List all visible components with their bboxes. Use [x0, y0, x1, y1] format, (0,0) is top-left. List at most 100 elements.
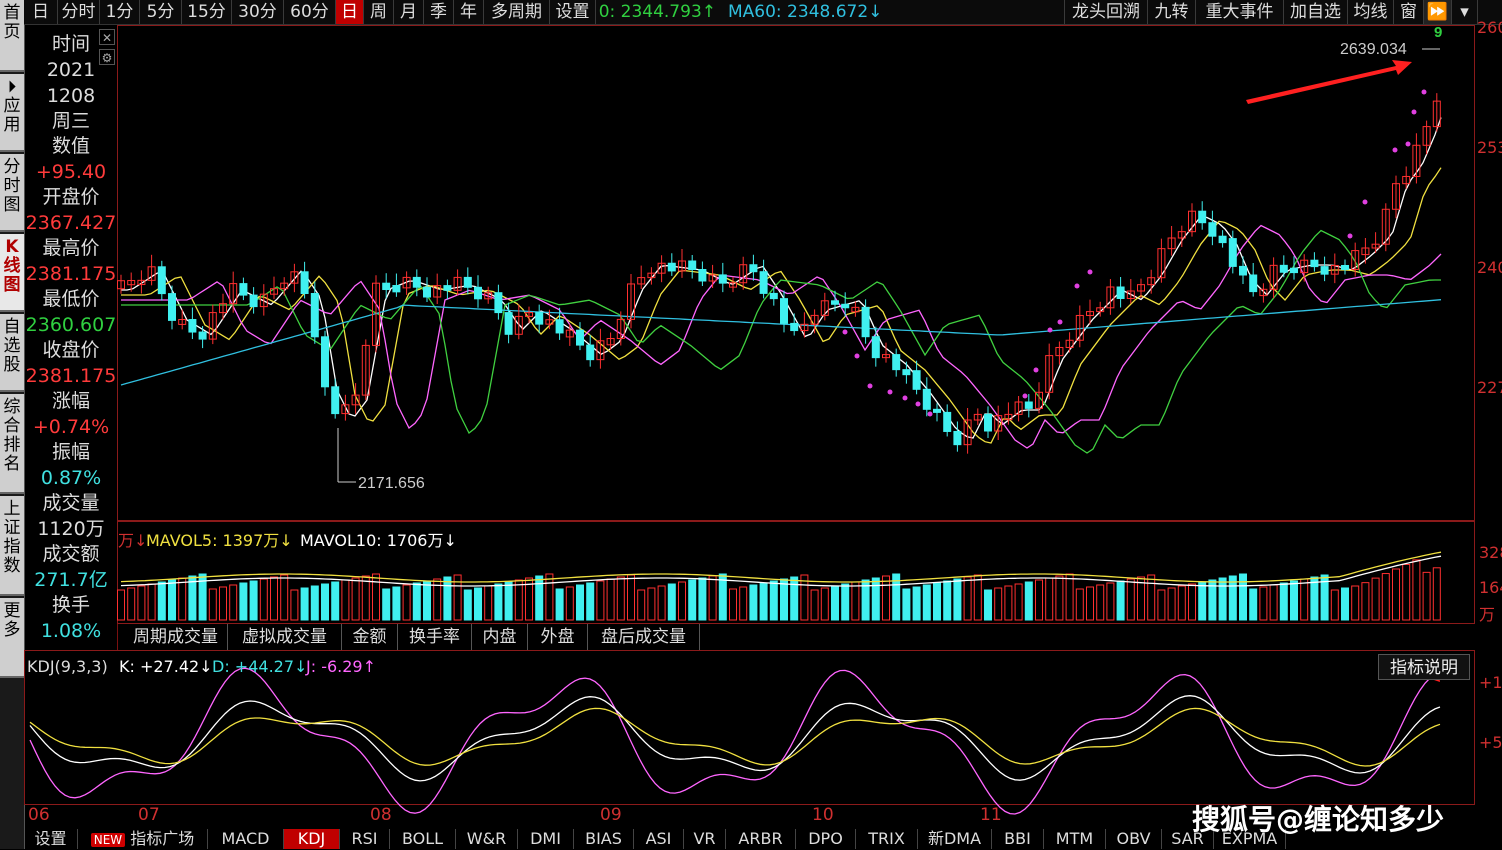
- tab-vr[interactable]: VR: [684, 829, 726, 849]
- candle-body: [933, 408, 941, 413]
- tab-arbr[interactable]: ARBR: [726, 829, 796, 849]
- tab-dmi[interactable]: DMI: [518, 829, 574, 849]
- candle-body: [321, 336, 329, 388]
- kdj-title: KDJ(9,3,3): [27, 657, 108, 676]
- volume-bar: [1157, 589, 1166, 621]
- volume-bar: [290, 589, 299, 621]
- candle-body: [463, 276, 472, 288]
- volume-bar: [1381, 573, 1390, 621]
- candle-body: [984, 413, 992, 432]
- indicator-help-button[interactable]: 指标说明: [1378, 654, 1470, 680]
- candle-body: [953, 430, 962, 446]
- volume-bar: [1300, 578, 1309, 621]
- tab-wr[interactable]: W&R: [456, 829, 518, 849]
- volume-bar: [769, 580, 778, 621]
- tab-rsi[interactable]: RSI: [340, 829, 390, 849]
- candle-body: [157, 266, 166, 295]
- tab-amount[interactable]: 金额: [342, 624, 398, 650]
- tab-bbi[interactable]: BBI: [992, 829, 1044, 849]
- tab-new-dma[interactable]: 新DMA: [918, 829, 992, 849]
- candle-body: [1310, 259, 1319, 268]
- tab-turnover[interactable]: 换手率: [398, 624, 472, 650]
- tab-trix[interactable]: TRIX: [856, 829, 918, 849]
- tab-outer[interactable]: 外盘: [528, 624, 588, 650]
- volume-bar: [1351, 585, 1360, 621]
- volume-bar: [249, 580, 258, 621]
- candle-body: [239, 283, 248, 296]
- volume-bar: [1422, 571, 1431, 621]
- candle-body: [892, 354, 901, 371]
- candle-body: [769, 292, 778, 300]
- candle-body: [1198, 210, 1207, 224]
- volume-bar: [321, 583, 329, 621]
- td-sequence-marker: [1421, 89, 1427, 95]
- candle-body: [249, 294, 258, 308]
- volume-bar: [718, 573, 727, 621]
- volume-bar: [1188, 583, 1196, 621]
- candle-body: [168, 293, 176, 321]
- volume-bar: [168, 579, 176, 621]
- volume-bar: [1412, 559, 1421, 621]
- volume-bar: [657, 585, 666, 621]
- volume-bar: [219, 586, 227, 621]
- volume-bar: [616, 576, 625, 621]
- volume-bar: [372, 573, 380, 621]
- volume-bar: [555, 588, 564, 621]
- tab-boll[interactable]: BOLL: [390, 829, 456, 849]
- new-badge: NEW: [90, 833, 126, 847]
- td-sequence-marker: [842, 329, 848, 335]
- candle-body: [188, 319, 197, 333]
- candle-body: [198, 331, 207, 340]
- tab-macd[interactable]: MACD: [208, 829, 284, 849]
- volume-bar: [627, 574, 635, 621]
- td-sequence-marker: [1022, 393, 1028, 399]
- tab-virtual-volume[interactable]: 虚拟成交量: [228, 624, 342, 650]
- tab-dpo[interactable]: DPO: [796, 829, 856, 849]
- kdj-k-readout: K: +27.42↓: [119, 657, 213, 676]
- bottom-settings-tab[interactable]: 设置: [24, 829, 78, 849]
- volume-bar: [800, 574, 809, 621]
- volume-bar: [310, 585, 319, 621]
- volume-bar: [596, 580, 605, 621]
- tab-kdj[interactable]: KDJ: [284, 829, 340, 849]
- tab-after-hours-volume[interactable]: 盘后成交量: [588, 624, 700, 650]
- volume-bar: [229, 584, 238, 621]
- indicator-square-tab[interactable]: NEW 指标广场: [78, 829, 208, 849]
- volume-bar: [259, 578, 268, 621]
- volume-bar: [402, 584, 411, 621]
- volume-bar: [1279, 582, 1288, 621]
- month-label-07: 07: [138, 805, 160, 825]
- volume-bar: [1075, 588, 1084, 621]
- candle-body: [555, 319, 564, 334]
- td-sequence-marker: [1074, 283, 1080, 289]
- tab-obv[interactable]: OBV: [1106, 829, 1162, 849]
- td-sequence-marker: [1405, 141, 1411, 147]
- tab-asi[interactable]: ASI: [634, 829, 684, 849]
- candle-body: [1279, 264, 1288, 273]
- candlestick-chart[interactable]: 2171.656 2639.034 9: [0, 0, 1502, 849]
- kdj-j-line: [29, 667, 1441, 815]
- volume-bar: [1004, 585, 1013, 621]
- indicator-square-label: 指标广场: [130, 829, 195, 848]
- tab-bias[interactable]: BIAS: [574, 829, 634, 849]
- volume-bar: [1106, 582, 1115, 621]
- month-label-09: 09: [600, 805, 622, 825]
- candle-body: [494, 292, 503, 314]
- volume-bar: [729, 588, 737, 621]
- volume-bar: [117, 589, 125, 621]
- tab-inner[interactable]: 内盘: [472, 624, 528, 650]
- tab-period-volume[interactable]: 周期成交量: [124, 624, 228, 650]
- candle-body: [1290, 267, 1298, 274]
- volume-bar: [647, 587, 656, 621]
- annotation-arrow-main: [1246, 60, 1412, 104]
- volume-bar: [1035, 579, 1043, 621]
- vol-axis-unit: 万: [1479, 605, 1496, 624]
- candle-body: [1341, 265, 1349, 270]
- candle-body: [831, 300, 839, 305]
- candle-body: [1249, 274, 1258, 293]
- candle-body: [331, 386, 340, 415]
- volume-bar: [1402, 563, 1411, 621]
- tab-mtm[interactable]: MTM: [1044, 829, 1106, 849]
- volume-bar: [1116, 580, 1125, 621]
- month-label-06: 06: [28, 805, 50, 825]
